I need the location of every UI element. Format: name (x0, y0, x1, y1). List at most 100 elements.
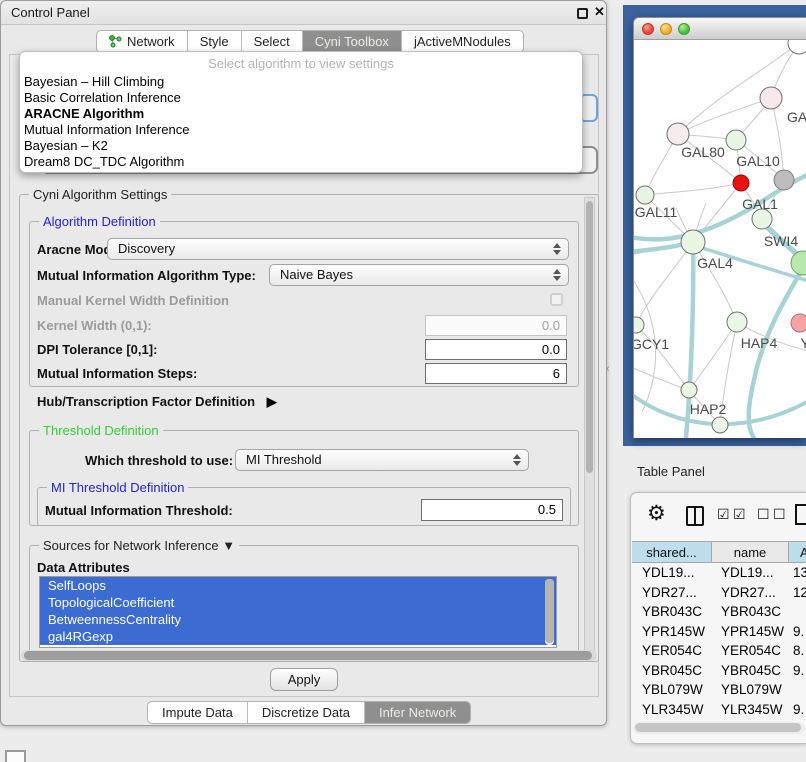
table-row[interactable]: YBL079W YBL079W (632, 681, 806, 701)
kernel-width-label: Kernel Width (0,1): (37, 318, 152, 333)
dpi-tolerance-label: DPI Tolerance [0,1]: (37, 342, 157, 357)
node-unlabeled[interactable] (788, 40, 806, 54)
node-green[interactable] (791, 251, 806, 275)
mi-type-select[interactable]: Naive Bayes (269, 264, 569, 286)
node-label: GAL10 (736, 153, 780, 169)
aracne-mode-select[interactable]: Discovery (107, 238, 569, 260)
expand-right-icon: ▶ (267, 394, 277, 409)
tab-discretize-data[interactable]: Discretize Data (248, 702, 365, 723)
tab-impute-data[interactable]: Impute Data (148, 702, 248, 723)
column-header-clipped[interactable]: A (789, 542, 806, 562)
control-panel-titlebar: Control Panel ✕ (1, 1, 606, 25)
list-scrollbar[interactable] (545, 579, 554, 645)
tab-style[interactable]: Style (188, 31, 242, 52)
network-view-panel: GAL GAL80 GAL10 GAL1 GAL11 SWI4 GAL4 GCY… (623, 5, 806, 446)
table-row[interactable]: YDL19... YDL19... 13 (632, 564, 806, 584)
settings-vertical-scrollbar[interactable] (584, 197, 595, 659)
menu-item-dream8[interactable]: Dream8 DC_TDC Algorithm (24, 154, 574, 170)
node-gal11[interactable] (636, 186, 654, 204)
minimize-traffic-light-icon[interactable] (660, 23, 672, 35)
tab-select[interactable]: Select (242, 31, 303, 52)
node-pink[interactable] (791, 314, 806, 332)
tab-infer-network[interactable]: Infer Network (365, 702, 470, 723)
zoom-traffic-light-icon[interactable] (678, 23, 690, 35)
node-gal10[interactable] (726, 130, 746, 150)
close-traffic-light-icon[interactable] (642, 23, 654, 35)
deselect-all-icon[interactable]: ☐ (757, 506, 770, 523)
menu-item-mutual-information[interactable]: Mutual Information Inference (24, 122, 574, 138)
threshold-definition-title: Threshold Definition (39, 423, 163, 438)
table-row[interactable]: YBR043C YBR043C (632, 603, 806, 623)
node-gal80[interactable] (667, 123, 689, 145)
mi-steps-input[interactable]: 6 (425, 363, 567, 384)
node-gal1-red[interactable] (733, 175, 749, 191)
data-attributes-label: Data Attributes (37, 560, 130, 575)
tab-network[interactable]: Network (97, 31, 188, 52)
table-row[interactable]: YER054C YER054C 8. (632, 642, 806, 662)
algorithm-dropdown-popup: Select algorithm to view settings Bayesi… (19, 51, 583, 173)
node-label: SWI4 (764, 233, 798, 249)
table-row[interactable]: YDR27... YDR27... 12 (632, 584, 806, 604)
table-panel-title: Table Panel (637, 464, 705, 479)
menu-item-basic-correlation[interactable]: Basic Correlation Inference (24, 90, 574, 106)
table-row[interactable]: YLR345W YLR345W 9. (632, 701, 806, 721)
apply-button[interactable]: Apply (270, 668, 338, 691)
node-gcy1[interactable] (634, 317, 644, 333)
application-window: Control Panel ✕ Network Style Select (0, 0, 806, 762)
float-window-icon[interactable] (577, 8, 588, 19)
tab-jactivemnodules[interactable]: jActiveMNodules (402, 31, 523, 52)
menu-item-aracne[interactable]: ARACNE Algorithm (24, 106, 574, 122)
kernel-width-input[interactable]: 0.0 (425, 315, 567, 336)
hub-definition-expander[interactable]: Hub/Transcription Factor Definition ▶ (37, 394, 277, 410)
mi-threshold-label: Mutual Information Threshold: (45, 503, 233, 518)
collapse-down-icon: ▼ (222, 538, 235, 553)
table-header-row: shared... name A (632, 541, 806, 563)
mi-type-label: Mutual Information Algorithm Type: (37, 268, 256, 283)
control-panel-title: Control Panel (11, 5, 90, 20)
table-horizontal-scrollbar[interactable] (633, 722, 805, 734)
stepper-arrows-icon (553, 269, 562, 281)
settings-gear-icon[interactable]: ⚙ (647, 501, 666, 526)
algorithm-definition-title: Algorithm Definition (39, 214, 160, 229)
table-row[interactable]: YPR145W YPR145W 9. (632, 623, 806, 643)
close-icon[interactable]: ✕ (594, 4, 605, 20)
tab-cyni-toolbox[interactable]: Cyni Toolbox (303, 31, 402, 52)
mi-threshold-input[interactable]: 0.5 (421, 499, 563, 521)
settings-horizontal-scrollbar[interactable] (21, 650, 597, 661)
node-hap4[interactable] (727, 312, 747, 332)
list-item-topologicalcoefficient[interactable]: TopologicalCoefficient (40, 594, 556, 611)
node-unlabeled2[interactable] (712, 417, 728, 433)
node-swi4[interactable] (752, 209, 772, 229)
node-gray[interactable] (774, 170, 794, 190)
node-gal4[interactable] (681, 230, 705, 254)
column-layout-icon[interactable] (686, 506, 704, 526)
select-all-icon[interactable]: ☑ (717, 506, 730, 523)
node-hap2[interactable] (681, 382, 697, 398)
column-header-name[interactable]: name (712, 542, 789, 562)
document-icon[interactable] (795, 504, 806, 525)
network-canvas[interactable]: GAL GAL80 GAL10 GAL1 GAL11 SWI4 GAL4 GCY… (634, 40, 806, 438)
minimized-panel-icon[interactable] (5, 750, 26, 762)
list-item-gal4rgexp[interactable]: gal4RGexp (40, 628, 556, 645)
which-threshold-select[interactable]: MI Threshold (235, 449, 529, 471)
control-panel: Control Panel ✕ Network Style Select (0, 0, 607, 726)
table-row[interactable]: YBR045C YBR045C 9. (632, 662, 806, 682)
column-header-shared-name[interactable]: shared... (632, 542, 712, 562)
node-gal[interactable] (760, 87, 782, 109)
node-label: Y (800, 335, 806, 351)
select-all-icon-2[interactable]: ☑ (733, 506, 746, 523)
dpi-tolerance-input[interactable]: 0.0 (425, 339, 567, 360)
list-item-selfloops[interactable]: SelfLoops (40, 577, 556, 594)
which-threshold-label: Which threshold to use: (85, 453, 233, 468)
node-label: HAP4 (741, 335, 778, 351)
sources-title[interactable]: Sources for Network Inference ▼ (39, 538, 239, 553)
manual-kernel-checkbox[interactable] (550, 293, 563, 306)
menu-item-bayesian-k2[interactable]: Bayesian – K2 (24, 138, 574, 154)
splitpane-collapse-icon[interactable]: ‹ (606, 363, 610, 375)
node-label: GAL80 (681, 144, 725, 160)
menu-item-bayesian-hill-climbing[interactable]: Bayesian – Hill Climbing (24, 74, 574, 90)
node-label: GAL11 (635, 204, 678, 220)
node-label: GAL1 (742, 196, 778, 212)
deselect-all-icon-2[interactable]: ☐ (773, 506, 786, 523)
list-item-betweennesscentrality[interactable]: BetweennessCentrality (40, 611, 556, 628)
